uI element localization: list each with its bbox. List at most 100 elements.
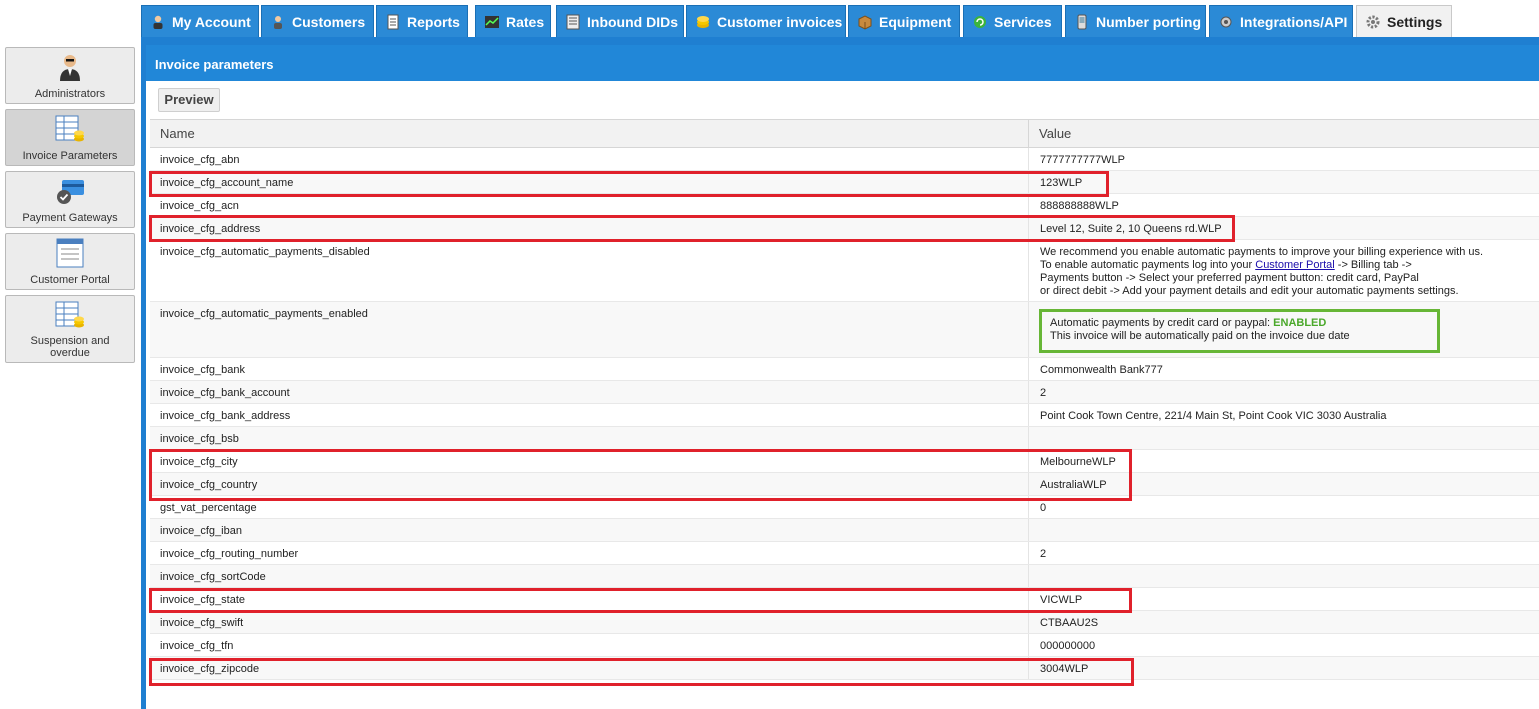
- param-value[interactable]: Automatic payments by credit card or pay…: [1029, 302, 1539, 357]
- tab-my-account[interactable]: My Account: [141, 5, 259, 37]
- param-value[interactable]: AustraliaWLP: [1029, 473, 1539, 495]
- param-name: invoice_cfg_tfn: [150, 634, 1029, 656]
- customer-portal-link[interactable]: Customer Portal: [1255, 259, 1334, 271]
- table-row[interactable]: invoice_cfg_bank_address Point Cook Town…: [150, 404, 1539, 427]
- sidebar-item-invoice-parameters[interactable]: Invoice Parameters: [5, 109, 135, 166]
- param-value[interactable]: CTBAAU2S: [1029, 611, 1539, 633]
- param-value[interactable]: Level 12, Suite 2, 10 Queens rd.WLP: [1029, 217, 1539, 239]
- table-row[interactable]: invoice_cfg_account_name 123WLP: [150, 171, 1539, 194]
- tab-label: My Account: [172, 13, 251, 30]
- param-value[interactable]: [1029, 519, 1539, 541]
- table-row[interactable]: invoice_cfg_tfn 000000000: [150, 634, 1539, 657]
- table-row[interactable]: invoice_cfg_acn 888888888WLP: [150, 194, 1539, 217]
- table-row[interactable]: invoice_cfg_abn 7777777777WLP: [150, 148, 1539, 171]
- table-row[interactable]: invoice_cfg_iban: [150, 519, 1539, 542]
- tab-integrations-api[interactable]: Integrations/API: [1209, 5, 1353, 37]
- param-name: invoice_cfg_routing_number: [150, 542, 1029, 564]
- param-name: invoice_cfg_bsb: [150, 427, 1029, 449]
- param-value[interactable]: 3004WLP: [1029, 657, 1539, 679]
- param-name: invoice_cfg_city: [150, 450, 1029, 472]
- value-line: Automatic payments by credit card or pay…: [1050, 317, 1437, 330]
- tab-customers[interactable]: Customers: [261, 5, 374, 37]
- table-row[interactable]: invoice_cfg_state VICWLP: [150, 588, 1539, 611]
- tab-label: Integrations/API: [1240, 13, 1348, 30]
- table-row[interactable]: invoice_cfg_swift CTBAAU2S: [150, 611, 1539, 634]
- table-row[interactable]: gst_vat_percentage 0: [150, 496, 1539, 519]
- param-value[interactable]: 888888888WLP: [1029, 194, 1539, 216]
- table-row[interactable]: invoice_cfg_automatic_payments_enabled A…: [150, 302, 1539, 358]
- tab-rates[interactable]: Rates: [475, 5, 551, 37]
- param-value[interactable]: [1029, 565, 1539, 587]
- coins-icon: [695, 14, 711, 30]
- tab-services[interactable]: Services: [963, 5, 1062, 37]
- user-icon: [150, 14, 166, 30]
- value-line: We recommend you enable automatic paymen…: [1040, 246, 1484, 258]
- panel-frame-left: [141, 37, 146, 709]
- tab-label: Services: [994, 13, 1052, 30]
- param-value[interactable]: 0: [1029, 496, 1539, 518]
- table-row[interactable]: invoice_cfg_sortCode: [150, 565, 1539, 588]
- param-value[interactable]: 2: [1029, 542, 1539, 564]
- sidebar-item-payment-gateways[interactable]: Payment Gateways: [5, 171, 135, 228]
- param-value[interactable]: [1029, 427, 1539, 449]
- param-name: invoice_cfg_zipcode: [150, 657, 1029, 679]
- value-line: or direct debit -> Add your payment deta…: [1040, 285, 1459, 297]
- tab-reports[interactable]: Reports: [376, 5, 468, 37]
- automatic-payments-enabled-box: Automatic payments by credit card or pay…: [1039, 309, 1440, 353]
- tab-label: Equipment: [879, 13, 952, 30]
- administrator-icon: [54, 52, 86, 82]
- panel-toolbar: Preview: [146, 81, 1539, 119]
- param-value[interactable]: VICWLP: [1029, 588, 1539, 610]
- gear-icon: [1365, 14, 1381, 30]
- table-row[interactable]: invoice_cfg_country AustraliaWLP: [150, 473, 1539, 496]
- tab-number-porting[interactable]: Number porting: [1065, 5, 1206, 37]
- table-row[interactable]: invoice_cfg_routing_number 2: [150, 542, 1539, 565]
- param-name: gst_vat_percentage: [150, 496, 1029, 518]
- param-value[interactable]: We recommend you enable automatic paymen…: [1029, 240, 1539, 301]
- tab-label: Number porting: [1096, 13, 1201, 30]
- tab-inbound-dids[interactable]: Inbound DIDs: [556, 5, 684, 37]
- param-value[interactable]: 123WLP: [1029, 171, 1539, 193]
- tab-equipment[interactable]: Equipment: [848, 5, 960, 37]
- param-value[interactable]: 7777777777WLP: [1029, 148, 1539, 170]
- preview-button[interactable]: Preview: [158, 88, 220, 112]
- sidebar-item-label: Suspension and overdue: [30, 335, 110, 359]
- sidebar: Administrators Invoice Parameters Paymen…: [0, 37, 141, 709]
- sidebar-item-administrators[interactable]: Administrators: [5, 47, 135, 104]
- param-value[interactable]: MelbourneWLP: [1029, 450, 1539, 472]
- panel-title: Invoice parameters: [146, 45, 1539, 81]
- param-value[interactable]: Commonwealth Bank777: [1029, 358, 1539, 380]
- param-name: invoice_cfg_country: [150, 473, 1029, 495]
- table-header: Name Value: [150, 119, 1539, 148]
- param-name: invoice_cfg_bank_address: [150, 404, 1029, 426]
- param-value[interactable]: Point Cook Town Centre, 221/4 Main St, P…: [1029, 404, 1539, 426]
- sidebar-item-customer-portal[interactable]: Customer Portal: [5, 233, 135, 290]
- table-row[interactable]: invoice_cfg_city MelbourneWLP: [150, 450, 1539, 473]
- column-header-name[interactable]: Name: [150, 120, 1029, 148]
- param-name: invoice_cfg_swift: [150, 611, 1029, 633]
- column-header-value[interactable]: Value: [1029, 120, 1539, 148]
- param-value[interactable]: 2: [1029, 381, 1539, 403]
- tab-customer-invoices[interactable]: Customer invoices: [686, 5, 846, 37]
- tab-settings[interactable]: Settings: [1356, 5, 1452, 38]
- table-row[interactable]: invoice_cfg_bank Commonwealth Bank777: [150, 358, 1539, 381]
- table-row[interactable]: invoice_cfg_zipcode 3004WLP: [150, 657, 1539, 680]
- box-icon: [857, 14, 873, 30]
- tab-label: Customers: [292, 13, 366, 30]
- sidebar-item-label: Customer Portal: [30, 274, 110, 286]
- table-row[interactable]: invoice_cfg_automatic_payments_disabled …: [150, 240, 1539, 302]
- invoice-parameters-icon: [54, 114, 86, 144]
- value-text: Automatic payments by credit card or pay…: [1050, 317, 1274, 329]
- rates-icon: [484, 14, 500, 30]
- param-name: invoice_cfg_abn: [150, 148, 1029, 170]
- param-name: invoice_cfg_bank_account: [150, 381, 1029, 403]
- param-value[interactable]: 000000000: [1029, 634, 1539, 656]
- services-icon: [972, 14, 988, 30]
- reports-icon: [385, 14, 401, 30]
- value-line: This invoice will be automatically paid …: [1050, 330, 1350, 342]
- panel-frame-top: [141, 37, 1539, 45]
- sidebar-item-suspension-and-overdue[interactable]: Suspension and overdue: [5, 295, 135, 363]
- table-row[interactable]: invoice_cfg_address Level 12, Suite 2, 1…: [150, 217, 1539, 240]
- table-row[interactable]: invoice_cfg_bsb: [150, 427, 1539, 450]
- table-row[interactable]: invoice_cfg_bank_account 2: [150, 381, 1539, 404]
